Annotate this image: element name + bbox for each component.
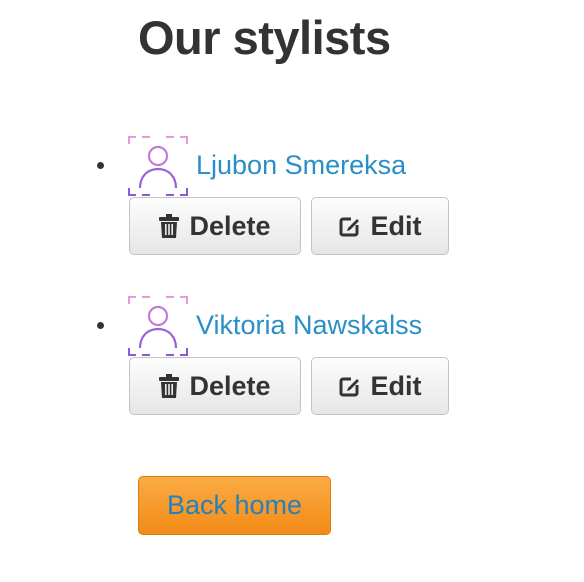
stylist-item: Ljubon Smereksa Delete Edit — [0, 136, 584, 266]
edit-button[interactable]: Edit — [311, 357, 449, 415]
edit-icon — [339, 375, 361, 397]
edit-label: Edit — [370, 370, 422, 401]
edit-icon — [339, 215, 361, 237]
user-placeholder-icon — [128, 296, 188, 356]
back-home-button[interactable]: Back home — [138, 476, 331, 535]
delete-button[interactable]: Delete — [129, 197, 301, 255]
delete-label: Delete — [189, 210, 271, 241]
trash-icon — [159, 374, 180, 398]
stylist-item: Viktoria Nawskalss Delete Edit — [0, 296, 584, 426]
delete-button[interactable]: Delete — [129, 357, 301, 415]
page-title: Our stylists — [138, 11, 391, 64]
list-bullet — [97, 162, 104, 169]
user-placeholder-icon — [128, 136, 188, 196]
list-bullet — [97, 322, 104, 329]
trash-icon — [159, 214, 180, 238]
stylist-name-link[interactable]: Ljubon Smereksa — [196, 148, 406, 182]
stylists-page: Our stylists Ljubon Smereksa Delete Edit… — [0, 0, 584, 582]
stylist-name-link[interactable]: Viktoria Nawskalss — [196, 308, 422, 342]
delete-label: Delete — [189, 370, 271, 401]
edit-button[interactable]: Edit — [311, 197, 449, 255]
edit-label: Edit — [370, 210, 422, 241]
